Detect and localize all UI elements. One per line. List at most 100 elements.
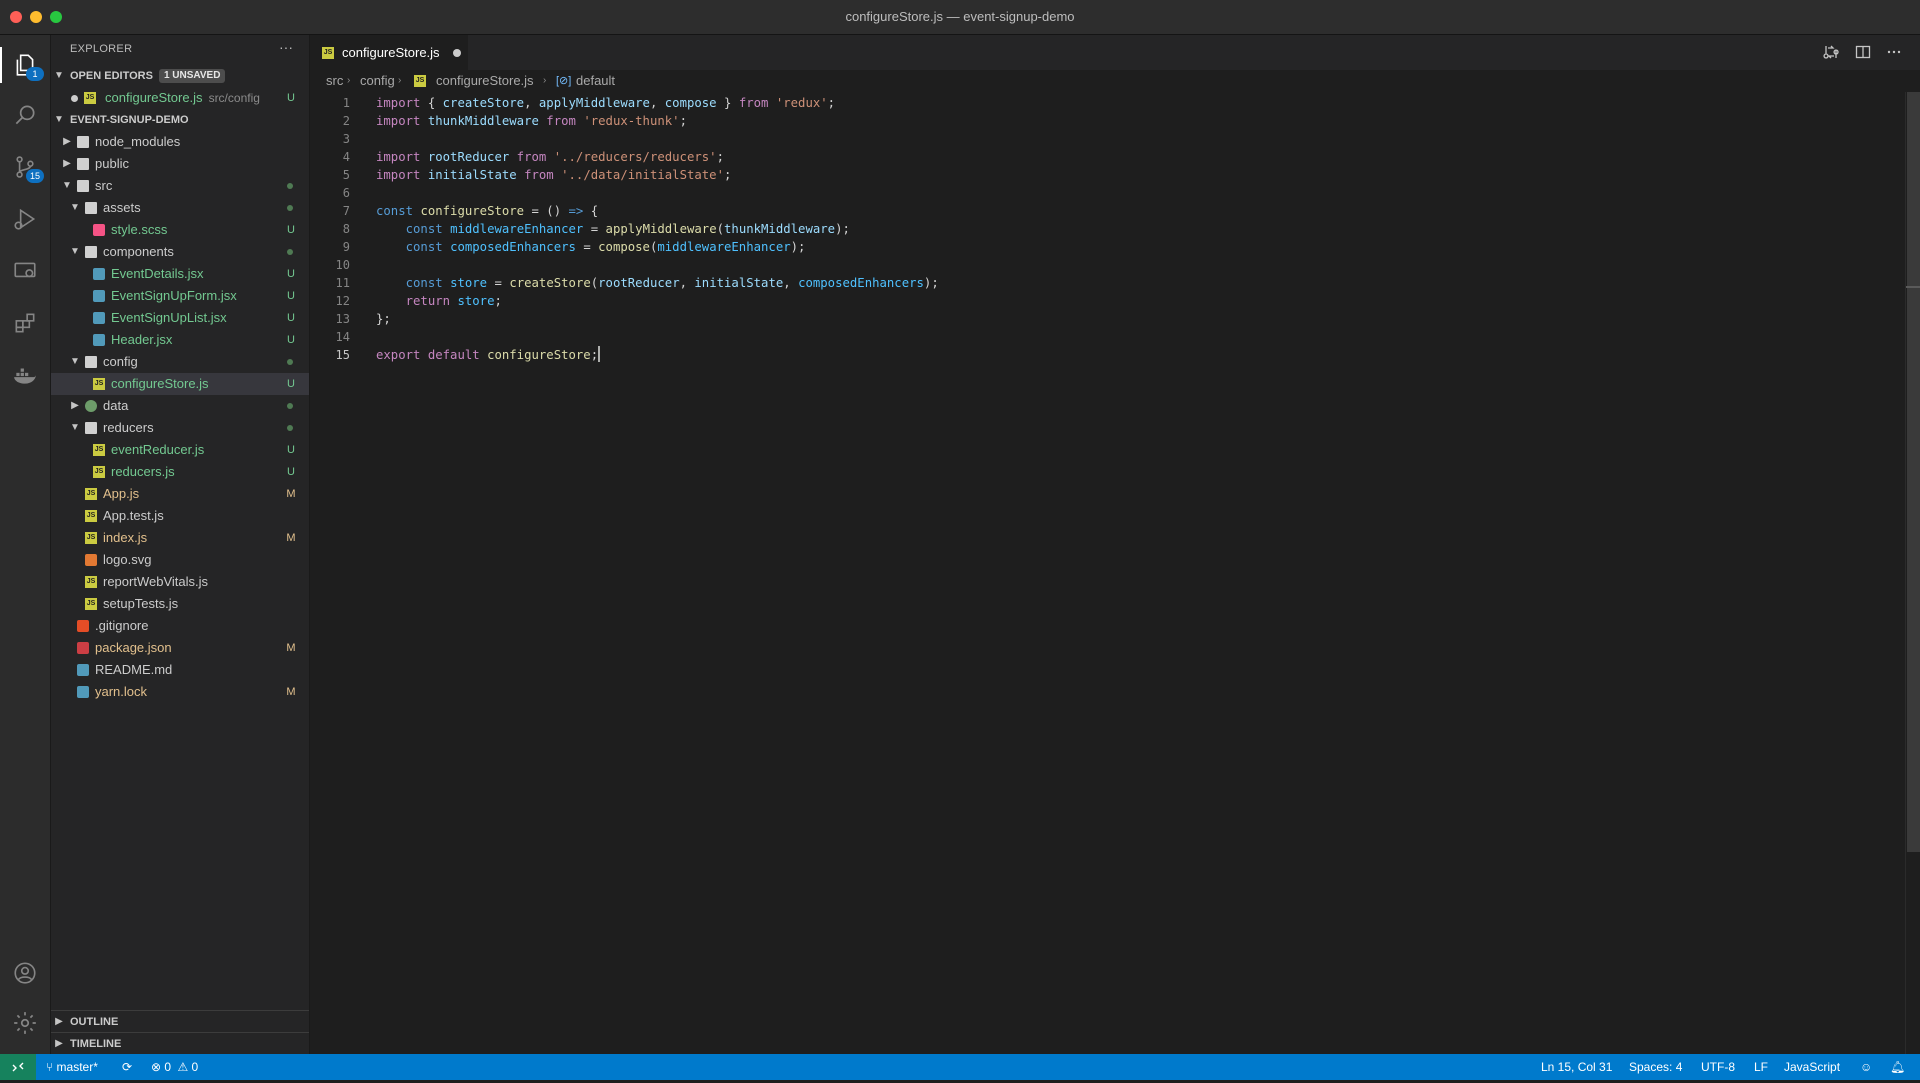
end-of-line[interactable]: LF <box>1754 1054 1768 1080</box>
tree-item-label: assets <box>103 200 141 215</box>
project-section-header[interactable]: ▼ EVENT-SIGNUP-DEMO <box>51 109 309 131</box>
title-bar: configureStore.js — event-signup-demo <box>0 0 1920 35</box>
extensions-icon <box>15 313 35 333</box>
breadcrumb-item-file[interactable]: configureStore.js <box>436 70 534 92</box>
encoding[interactable]: UTF-8 <box>1701 1054 1735 1080</box>
tree-folder[interactable]: ▶ public <box>51 153 309 175</box>
tree-file[interactable]: logo.svg <box>51 549 309 571</box>
branch-button[interactable]: ⑂ master* <box>46 1054 98 1080</box>
explorer-button[interactable]: 1 <box>0 41 50 89</box>
breadcrumb-item-config[interactable]: config <box>360 70 395 92</box>
timeline-section-header[interactable]: ▶ TIMELINE <box>51 1032 309 1055</box>
code-line[interactable]: import initialState from '../data/initia… <box>376 166 731 184</box>
jsx-file-icon <box>93 334 105 346</box>
chevron-right-icon: ▶ <box>63 158 71 169</box>
accounts-button[interactable] <box>0 949 50 997</box>
source-control-button[interactable]: 15 <box>0 143 50 191</box>
tab-configure-store[interactable]: JS configureStore.js <box>310 35 468 70</box>
bell-icon[interactable]: 🔔︎ <box>1890 1054 1905 1080</box>
feedback-icon[interactable]: ☺ <box>1860 1054 1872 1080</box>
tree-item-label: index.js <box>103 530 148 545</box>
tree-folder[interactable]: ▼ src <box>51 175 309 197</box>
code-line[interactable]: const composedEnhancers = compose(middle… <box>376 238 806 256</box>
code-token: composedEnhancers <box>450 240 576 254</box>
code-token: createStore <box>442 96 525 110</box>
editor-scrollbar[interactable] <box>1905 92 1920 1054</box>
code-token: initialState <box>694 276 784 290</box>
unsaved-dot-icon[interactable] <box>453 49 461 57</box>
code-line[interactable]: const configureStore = () => { <box>376 202 598 220</box>
code-line[interactable]: import thunkMiddleware from 'redux-thunk… <box>376 112 687 130</box>
outline-section-header[interactable]: ▶ OUTLINE <box>51 1010 309 1033</box>
scrollbar-thumb[interactable] <box>1907 92 1920 852</box>
tree-file[interactable]: EventSignUpForm.jsx U <box>51 285 309 307</box>
open-editor-item[interactable]: JS configureStore.js src/config U <box>51 87 309 109</box>
cursor-position[interactable]: Ln 15, Col 31 <box>1541 1054 1612 1080</box>
tree-file[interactable]: yarn.lock M <box>51 681 309 703</box>
code-token: , <box>679 276 695 290</box>
tree-folder[interactable]: ▼ assets <box>51 197 309 219</box>
tree-file[interactable]: README.md <box>51 659 309 681</box>
tree-file[interactable]: JS reportWebVitals.js <box>51 571 309 593</box>
tree-file[interactable]: JS reducers.js U <box>51 461 309 483</box>
tree-file[interactable]: JS configureStore.js U <box>51 373 309 395</box>
code-line[interactable]: import { createStore, applyMiddleware, c… <box>376 94 835 112</box>
remote-indicator-button[interactable] <box>0 1054 36 1080</box>
tree-file[interactable]: Header.jsx U <box>51 329 309 351</box>
run-debug-button[interactable] <box>0 195 50 243</box>
language-mode[interactable]: JavaScript <box>1784 1054 1840 1080</box>
tree-file[interactable]: EventDetails.jsx U <box>51 263 309 285</box>
error-icon: ⊗ <box>151 1060 162 1074</box>
code-line[interactable]: const middlewareEnhancer = applyMiddlewa… <box>376 220 850 238</box>
open-editors-section-header[interactable]: ▼ OPEN EDITORS 1 UNSAVED <box>51 65 309 87</box>
tree-item-label: EventSignUpForm.jsx <box>111 288 237 303</box>
scss-file-icon <box>93 224 105 236</box>
indentation[interactable]: Spaces: 4 <box>1629 1054 1682 1080</box>
tree-file[interactable]: .gitignore <box>51 615 309 637</box>
tree-file[interactable]: JS eventReducer.js U <box>51 439 309 461</box>
tree-folder[interactable]: ▼ config <box>51 351 309 373</box>
more-actions-button[interactable]: ··· <box>279 39 293 55</box>
tree-folder[interactable]: ▼ reducers <box>51 417 309 439</box>
tree-file[interactable]: JS index.js M <box>51 527 309 549</box>
project-name: EVENT-SIGNUP-DEMO <box>70 114 189 126</box>
code-token: composedEnhancers <box>798 276 924 290</box>
sync-icon[interactable]: ⟳ <box>122 1054 132 1080</box>
git-change-dot-icon <box>287 403 293 409</box>
tree-folder[interactable]: ▶ node_modules <box>51 131 309 153</box>
open-changes-icon[interactable] <box>1822 43 1840 61</box>
tree-file[interactable]: JS App.test.js <box>51 505 309 527</box>
tree-folder[interactable]: ▶ data <box>51 395 309 417</box>
tree-file[interactable]: style.scss U <box>51 219 309 241</box>
code-line[interactable]: import rootReducer from '../reducers/red… <box>376 148 724 166</box>
code-token: rootReducer <box>598 276 680 290</box>
tree-file[interactable]: package.json M <box>51 637 309 659</box>
tree-file[interactable]: JS App.js M <box>51 483 309 505</box>
split-editor-icon[interactable] <box>1854 43 1872 61</box>
manage-button[interactable] <box>0 999 50 1047</box>
code-line[interactable]: export default configureStore; <box>376 346 601 364</box>
code-token: }; <box>376 312 391 326</box>
code-editor[interactable]: 1 import { createStore, applyMiddleware, … <box>310 92 1905 1054</box>
docker-button[interactable] <box>0 351 50 399</box>
tree-file[interactable]: JS setupTests.js <box>51 593 309 615</box>
code-token: = () <box>524 204 569 218</box>
folder-icon <box>77 180 89 192</box>
code-token: return <box>405 294 451 308</box>
more-actions-icon[interactable] <box>1885 43 1903 61</box>
search-button[interactable] <box>0 91 50 139</box>
tree-file[interactable]: EventSignUpList.jsx U <box>51 307 309 329</box>
problems-button[interactable]: ⊗ 0 ⚠ 0 <box>151 1054 198 1080</box>
javascript-file-icon: JS <box>85 510 97 522</box>
code-line[interactable]: const store = createStore(rootReducer, i… <box>376 274 939 292</box>
remote-explorer-button[interactable] <box>0 247 50 295</box>
code-line[interactable]: return store; <box>376 292 502 310</box>
tree-folder[interactable]: ▼ components <box>51 241 309 263</box>
breadcrumb-item-symbol[interactable]: default <box>576 70 615 92</box>
code-line[interactable]: }; <box>376 310 391 328</box>
extensions-button[interactable] <box>0 299 50 347</box>
breadcrumb-item-src[interactable]: src <box>326 70 343 92</box>
